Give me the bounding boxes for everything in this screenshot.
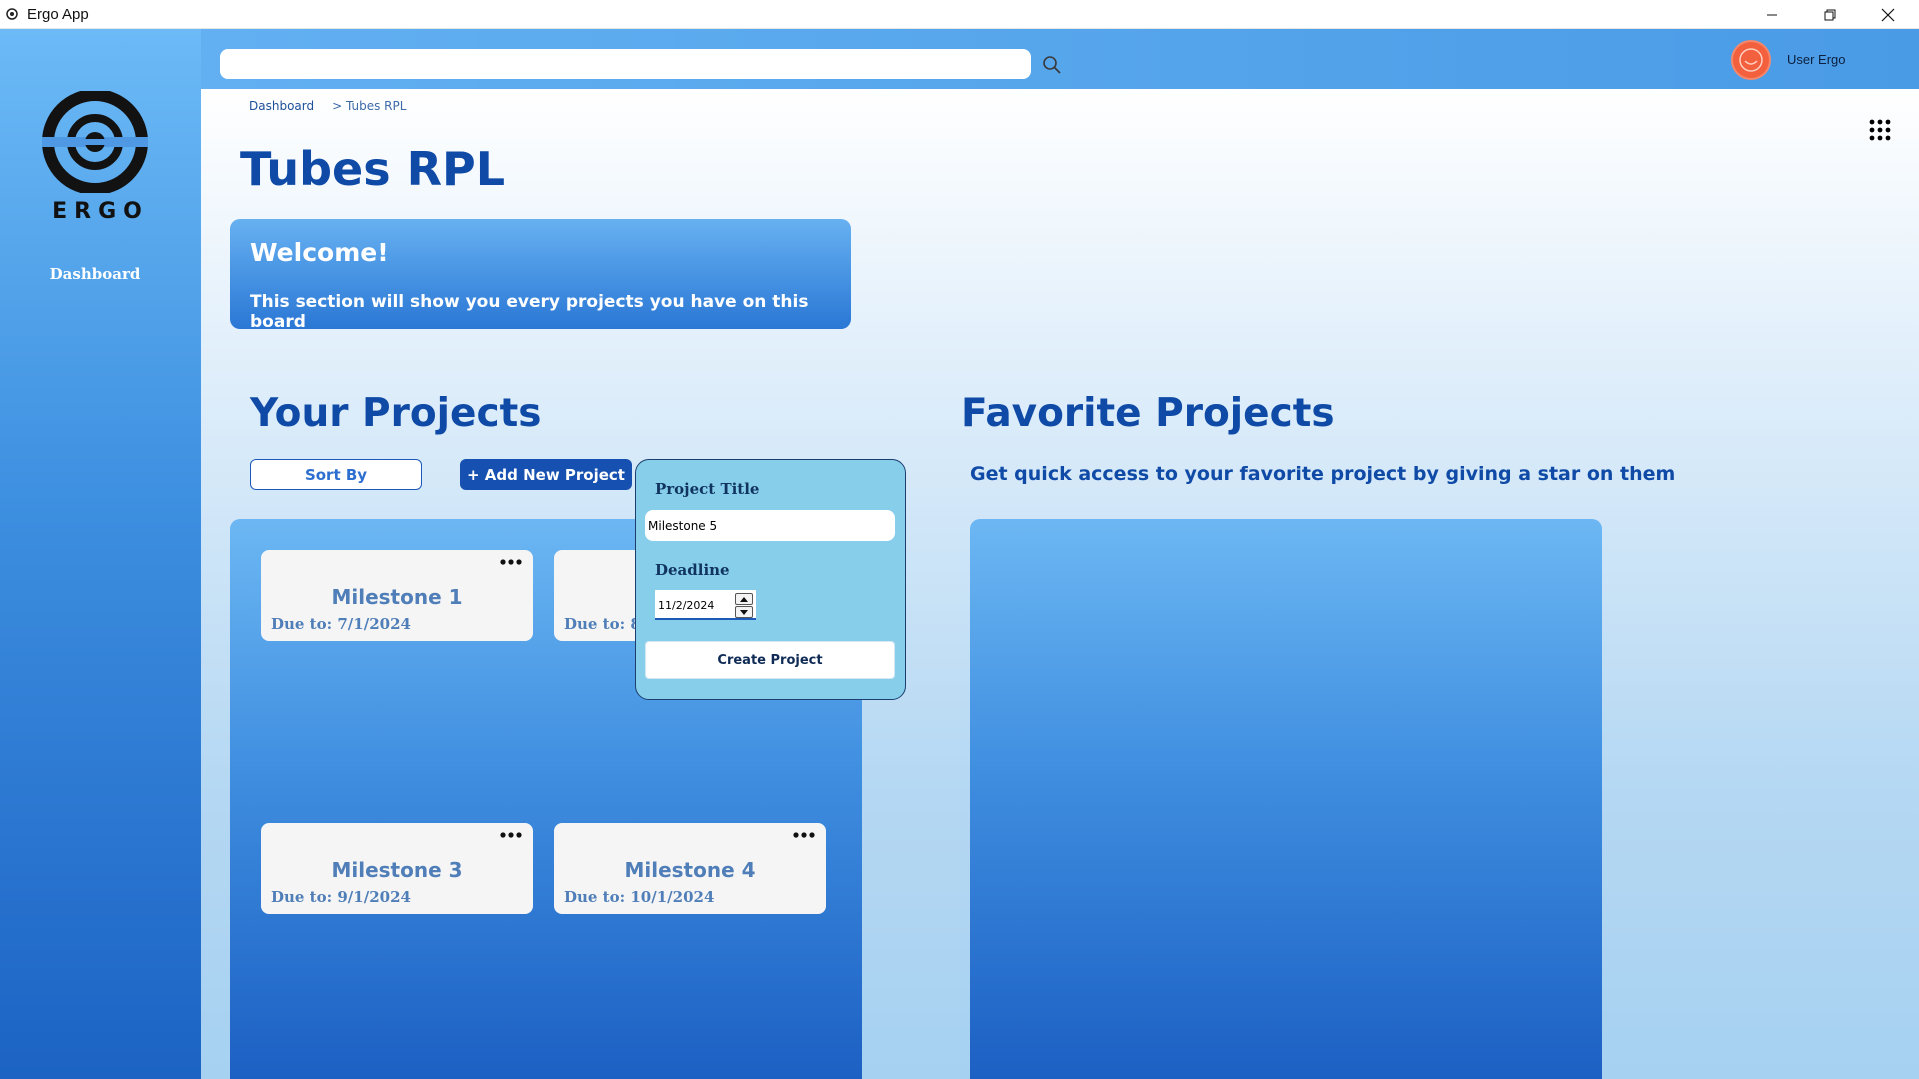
search-icon[interactable] [1041, 54, 1063, 76]
add-new-project-button[interactable]: + Add New Project [460, 459, 632, 490]
deadline-label: Deadline [655, 561, 730, 579]
logo-text: ERGO [52, 199, 149, 224]
restore-icon [1824, 9, 1836, 20]
top-header: User Ergo [201, 29, 1919, 89]
date-decrement-button[interactable] [735, 606, 753, 618]
page-title: Tubes RPL [240, 142, 506, 196]
project-card[interactable]: Milestone 3 Due to: 9/1/2024 [261, 823, 533, 914]
breadcrumb-dashboard-link[interactable]: Dashboard [249, 99, 314, 113]
deadline-date-picker[interactable]: 11/2/2024 [655, 590, 756, 620]
project-card[interactable]: Milestone 1 Due to: 7/1/2024 [261, 550, 533, 641]
date-increment-button[interactable] [735, 593, 753, 605]
window-titlebar: Ergo App [0, 0, 1919, 29]
welcome-text: This section will show you every project… [250, 292, 809, 332]
more-dots-icon[interactable] [792, 830, 816, 840]
app-icon [6, 8, 18, 20]
minimize-button[interactable] [1743, 0, 1801, 29]
search-input[interactable] [220, 49, 1031, 79]
deadline-date-value: 11/2/2024 [658, 599, 715, 612]
user-name[interactable]: User Ergo [1787, 52, 1846, 67]
new-project-popup: Project Title Deadline 11/2/2024 Create … [635, 459, 906, 700]
project-card-due: Due to: 10/1/2024 [564, 888, 715, 906]
sidebar: ERGO Dashboard [0, 29, 201, 1079]
create-project-button[interactable]: Create Project [645, 641, 895, 679]
project-card-title: Milestone 3 [331, 858, 463, 882]
welcome-title: Welcome! [250, 238, 389, 267]
project-card-due: Due to: 8/ [564, 615, 647, 633]
chevron-up-icon [740, 596, 748, 602]
project-card[interactable]: Milestone 4 Due to: 10/1/2024 [554, 823, 826, 914]
breadcrumb-current: > Tubes RPL [332, 99, 407, 113]
project-card-title: Milestone 4 [624, 858, 756, 882]
more-dots-icon[interactable] [499, 830, 523, 840]
user-avatar[interactable] [1731, 40, 1771, 80]
your-projects-heading: Your Projects [250, 391, 542, 436]
chevron-down-icon [740, 609, 748, 615]
close-icon [1881, 8, 1895, 21]
smiley-avatar-icon [1739, 48, 1763, 72]
breadcrumb: Dashboard > Tubes RPL [249, 99, 406, 113]
minimize-icon [1767, 14, 1777, 15]
project-title-label: Project Title [655, 480, 760, 498]
more-dots-icon[interactable] [499, 557, 523, 567]
close-button[interactable] [1859, 0, 1917, 29]
sidebar-item-dashboard[interactable]: Dashboard [0, 265, 190, 283]
favorites-subtitle: Get quick access to your favorite projec… [970, 463, 1676, 485]
apps-grid-icon[interactable] [1869, 119, 1891, 141]
project-card-due: Due to: 9/1/2024 [271, 888, 411, 906]
sort-by-button[interactable]: Sort By [250, 459, 422, 490]
project-card-due: Due to: 7/1/2024 [271, 615, 411, 633]
ergo-logo-icon [42, 91, 148, 193]
main-content: Dashboard > Tubes RPL Tubes RPL Welcome! … [201, 89, 1919, 1079]
project-title-input[interactable] [645, 510, 895, 541]
restore-button[interactable] [1801, 0, 1859, 29]
welcome-banner: Welcome! This section will show you ever… [230, 219, 851, 332]
favorites-panel [970, 519, 1602, 1079]
window-title: Ergo App [27, 6, 89, 23]
favorite-projects-heading: Favorite Projects [961, 391, 1335, 436]
project-card-title: Milestone 1 [331, 585, 463, 609]
